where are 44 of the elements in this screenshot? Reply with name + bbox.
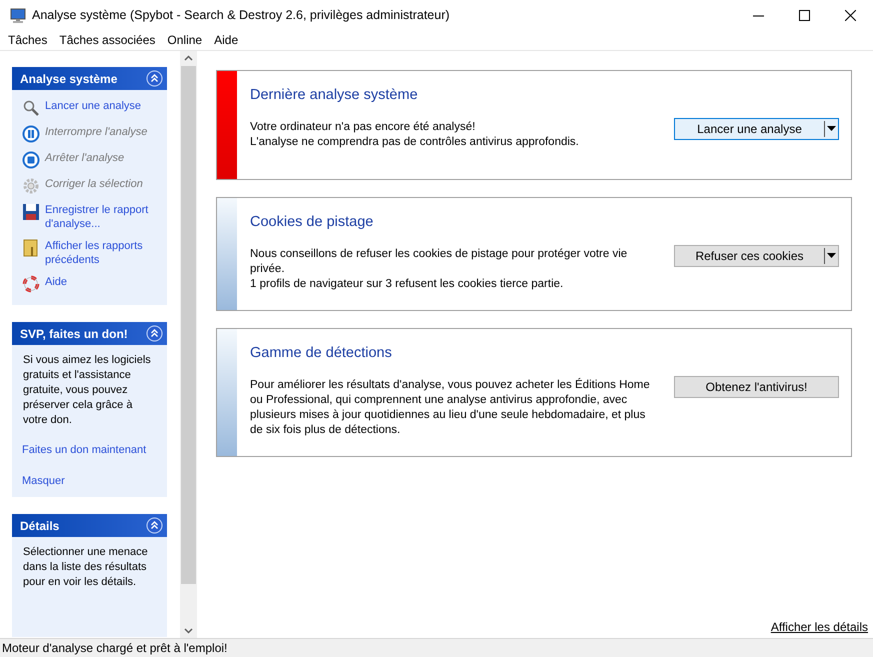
collapse-icon[interactable] (146, 70, 163, 87)
close-icon (844, 10, 856, 20)
card-title: Gamme de détections (250, 344, 393, 363)
panel-text: Sélectionner une menace dans la liste des résultats pour en voir les détails. (22, 545, 149, 590)
sidebar-link[interactable]: Aide (22, 271, 159, 297)
lifebuoy-icon (22, 275, 40, 293)
menu-item[interactable]: Online (161, 30, 208, 50)
action-button[interactable]: Obtenez l'antivirus! (674, 376, 839, 398)
computer-icon (10, 8, 26, 22)
panel-title: Détails (20, 518, 60, 534)
card-text: Nous conseillons de refuser les cookies de pistage pour protéger votre vie privée. (250, 246, 628, 277)
sidebar-link[interactable]: Enregistrer le rapport d'analyse... (22, 199, 159, 235)
sidebar-link[interactable]: Afficher les rapports précédents (22, 235, 159, 271)
card-text: L'analyse ne comprendra pas de contrôles antivirus approfondis. (250, 134, 580, 150)
panel-title: SVP, faites un don! (20, 326, 128, 342)
caret-icon (827, 126, 836, 132)
sidebar-link[interactable]: Masquer (22, 472, 159, 489)
card-text: 1 profils de navigateur sur 3 refusent les cookies tierce partie. (250, 276, 564, 292)
sidebar-link[interactable]: Lancer une analyse (22, 95, 159, 121)
panel-text: Si vous aimez les logiciels gratuits et l'assistance gratuite, vous pouvez préserver cela grâce à votre don. (22, 353, 152, 428)
search-icon (22, 99, 40, 117)
scrollbar[interactable] (180, 51, 197, 638)
maximize-icon (798, 10, 810, 20)
action-button[interactable]: Refuser ces cookies (674, 244, 839, 267)
card-text: Pour améliorer les résultats d'analyse, vous pouvez acheter les Éditions Home ou Professional, qui comprennent une analyse antivirus approfondie, avec plusieurs mises à jour quotidiennes au lieu d'une seule hebdomadaire, et plus de six fois plus de détections. (250, 378, 651, 438)
card-title: Dernière analyse système (250, 86, 419, 105)
folder-icon (22, 239, 40, 257)
menu-item[interactable]: Aide (208, 30, 244, 50)
caret-icon (827, 252, 836, 259)
gear-icon (22, 177, 40, 195)
status-bar: Moteur d'analyse chargé et prêt à l'emploi! (0, 638, 873, 657)
pause-icon (22, 125, 40, 143)
collapse-icon[interactable] (146, 325, 163, 342)
menu-item[interactable]: Tâches (2, 30, 54, 50)
action-button[interactable]: Lancer une analyse (674, 118, 839, 140)
details-link[interactable]: Afficher les détails (770, 618, 868, 636)
panel-title: Analyse système (20, 70, 118, 88)
collapse-icon[interactable] (146, 517, 163, 534)
menu-item[interactable]: Tâches associées (53, 30, 162, 50)
sidebar-link[interactable]: Faites un don maintenant (22, 442, 159, 458)
stop-icon (22, 151, 40, 169)
card-title: Cookies de pistage (250, 213, 374, 232)
window-title: Analyse système (Spybot - Search & Destroy 2.6, privilèges administrateur) (32, 6, 450, 24)
card-text: Votre ordinateur n'a pas encore été analysé! (250, 120, 476, 135)
